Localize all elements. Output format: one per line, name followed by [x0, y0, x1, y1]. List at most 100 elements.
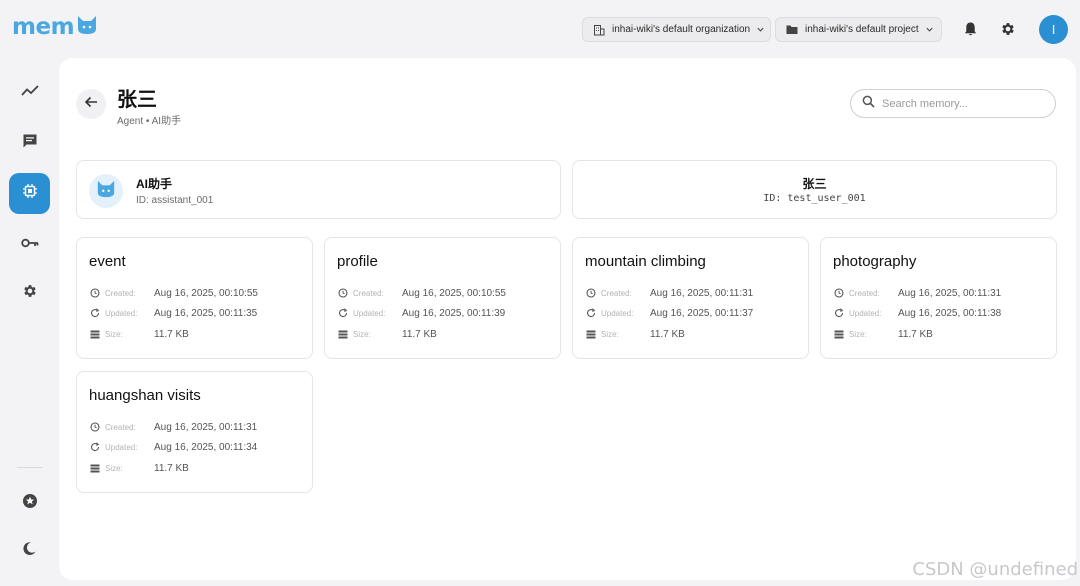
- created-label: Created:: [849, 288, 880, 298]
- search-box[interactable]: [850, 89, 1056, 118]
- organization-selector[interactable]: inhai-wiki's default organization: [582, 17, 771, 42]
- message-icon: [22, 133, 38, 154]
- page-subtitle: Agent • AI助手: [117, 116, 182, 127]
- memory-title: photography: [833, 253, 917, 270]
- user-avatar[interactable]: I: [1039, 15, 1068, 44]
- arrow-left-icon: [84, 95, 98, 113]
- size-label: Size:: [849, 329, 867, 339]
- project-name: inhai-wiki's default project: [805, 24, 919, 35]
- agent-avatar: [89, 174, 123, 208]
- updated-label: Updated:: [105, 308, 138, 318]
- refresh-icon: [89, 308, 100, 319]
- size-value: 11.7 KB: [650, 328, 685, 340]
- trend-chart-icon: [20, 84, 39, 103]
- organization-name: inhai-wiki's default organization: [612, 24, 751, 35]
- moon-icon: [22, 541, 37, 561]
- chevron-down-icon: [925, 25, 934, 34]
- memory-card[interactable]: event Created: Aug 16, 2025, 00:10:55 Upd…: [76, 237, 313, 359]
- sidebar-divider: [17, 467, 42, 468]
- chevron-down-icon: [756, 25, 765, 34]
- memory-card[interactable]: photography Created: Aug 16, 2025, 00:11:…: [820, 237, 1057, 359]
- storage-icon: [833, 329, 844, 340]
- updated-value: Aug 16, 2025, 00:11:39: [402, 307, 506, 319]
- memory-card[interactable]: huangshan visits Created: Aug 16, 2025, 0…: [76, 371, 313, 493]
- size-label: Size:: [105, 329, 123, 339]
- sidebar-item-chat[interactable]: [9, 123, 50, 164]
- notifications-bell-icon[interactable]: [960, 19, 980, 39]
- updated-label: Updated:: [849, 308, 882, 318]
- size-label: Size:: [353, 329, 371, 339]
- size-value: 11.7 KB: [154, 328, 189, 340]
- size-value: 11.7 KB: [402, 328, 437, 340]
- user-name: 张三: [802, 177, 827, 191]
- sidebar-item-api-keys[interactable]: [9, 223, 50, 264]
- refresh-icon: [337, 308, 348, 319]
- memory-title: profile: [337, 253, 378, 270]
- storage-icon: [337, 329, 348, 340]
- project-selector[interactable]: inhai-wiki's default project: [775, 17, 942, 42]
- building-icon: [593, 24, 605, 36]
- sidebar-item-theme[interactable]: [9, 530, 50, 571]
- updated-value: Aug 16, 2025, 00:11:38: [898, 307, 1002, 319]
- settings-gear-icon[interactable]: [998, 19, 1018, 39]
- user-id: ID: test_user_001: [763, 193, 866, 204]
- updated-value: Aug 16, 2025, 00:11:37: [650, 307, 754, 319]
- page-title: 张三: [117, 89, 157, 111]
- user-card: 张三 ID: test_user_001: [572, 160, 1057, 219]
- updated-label: Updated:: [105, 442, 138, 452]
- storage-icon: [89, 463, 100, 474]
- created-value: Aug 16, 2025, 00:11:31: [154, 421, 258, 433]
- clock-icon: [337, 288, 348, 299]
- size-value: 11.7 KB: [154, 462, 189, 474]
- sidebar-item-agents[interactable]: [9, 173, 50, 214]
- memory-title: huangshan visits: [89, 387, 201, 404]
- sidebar: [0, 58, 58, 586]
- size-label: Size:: [105, 463, 123, 473]
- size-value: 11.7 KB: [898, 328, 933, 340]
- sidebar-item-favorites[interactable]: [9, 483, 50, 524]
- cat-logo-icon: [95, 179, 117, 204]
- refresh-icon: [89, 442, 100, 453]
- created-label: Created:: [353, 288, 384, 298]
- watermark-text: CSDN @undefined: [912, 559, 1078, 580]
- chip-icon: [22, 183, 38, 204]
- gear-icon: [22, 283, 38, 304]
- memory-card[interactable]: mountain climbing Created: Aug 16, 2025, …: [572, 237, 809, 359]
- clock-icon: [89, 422, 100, 433]
- cat-logo-icon: [75, 12, 99, 41]
- folder-icon: [786, 24, 798, 35]
- storage-icon: [585, 329, 596, 340]
- main-panel: 张三 Agent • AI助手 AI助手 ID: assistant_001 张…: [59, 58, 1076, 580]
- refresh-icon: [833, 308, 844, 319]
- sidebar-item-activity[interactable]: [9, 73, 50, 114]
- clock-icon: [833, 288, 844, 299]
- logo-text: mem: [12, 13, 75, 40]
- memory-title: event: [89, 253, 126, 270]
- updated-label: Updated:: [601, 308, 634, 318]
- created-value: Aug 16, 2025, 00:11:31: [650, 287, 754, 299]
- updated-value: Aug 16, 2025, 00:11:34: [154, 441, 258, 453]
- size-label: Size:: [601, 329, 619, 339]
- app-logo[interactable]: mem: [12, 12, 99, 41]
- clock-icon: [89, 288, 100, 299]
- memory-title: mountain climbing: [585, 253, 706, 270]
- updated-value: Aug 16, 2025, 00:11:35: [154, 307, 258, 319]
- created-label: Created:: [601, 288, 632, 298]
- agent-name: AI助手: [136, 177, 173, 191]
- clock-icon: [585, 288, 596, 299]
- created-label: Created:: [105, 422, 136, 432]
- created-value: Aug 16, 2025, 00:10:55: [402, 287, 506, 299]
- created-value: Aug 16, 2025, 00:10:55: [154, 287, 258, 299]
- top-bar: mem inhai-wiki's default organization in…: [0, 0, 1080, 58]
- key-icon: [20, 235, 39, 253]
- search-input[interactable]: [882, 97, 1042, 110]
- back-button[interactable]: [76, 89, 106, 119]
- updated-label: Updated:: [353, 308, 386, 318]
- star-icon: [22, 493, 38, 514]
- memory-card[interactable]: profile Created: Aug 16, 2025, 00:10:55 U…: [324, 237, 561, 359]
- agent-id: ID: assistant_001: [136, 195, 214, 206]
- search-icon: [862, 95, 875, 113]
- created-value: Aug 16, 2025, 00:11:31: [898, 287, 1002, 299]
- sidebar-item-settings[interactable]: [9, 273, 50, 314]
- created-label: Created:: [105, 288, 136, 298]
